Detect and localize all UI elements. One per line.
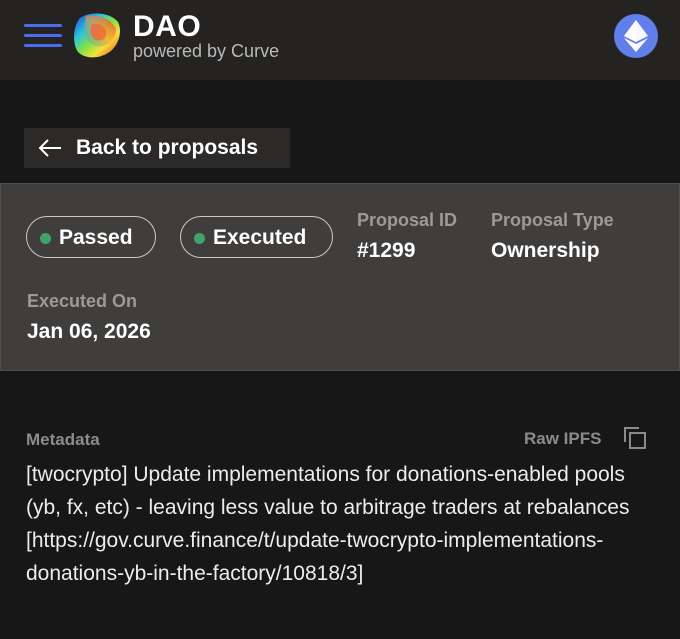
proposal-description: [twocrypto] Update implementations for d… (26, 463, 630, 585)
curve-logo[interactable] (72, 12, 122, 60)
network-selector-button[interactable] (614, 14, 658, 58)
status-dot (40, 233, 51, 244)
executed-on-value: Jan 06, 2026 (27, 320, 151, 343)
menu-bar (24, 34, 62, 37)
raw-ipfs-button[interactable]: Raw IPFS (524, 427, 648, 450)
status-badge-label: Executed (213, 226, 307, 249)
hamburger-menu-icon[interactable] (24, 24, 62, 48)
proposal-id-value: #1299 (357, 239, 416, 262)
status-badge-label: Passed (59, 226, 133, 249)
app-header: DAO powered by Curve (0, 0, 680, 80)
executed-on-label: Executed On (27, 291, 138, 311)
raw-ipfs-label: Raw IPFS (524, 429, 602, 448)
copy-icon (624, 427, 646, 449)
back-button-label: Back to proposals (76, 136, 259, 159)
app-subtitle: powered by Curve (133, 41, 280, 61)
menu-bar (24, 24, 62, 27)
proposal-type-value: Ownership (491, 239, 600, 262)
arrow-left-icon (38, 139, 61, 157)
status-badge-passed: Passed (26, 216, 156, 258)
status-dot (194, 233, 205, 244)
ethereum-icon (624, 20, 648, 52)
metadata-label: Metadata (26, 430, 100, 449)
status-badge-executed: Executed (180, 216, 333, 258)
proposal-type-label: Proposal Type (491, 210, 614, 230)
back-to-proposals-button[interactable]: Back to proposals (24, 128, 290, 168)
menu-bar (24, 44, 62, 47)
proposal-id-label: Proposal ID (357, 210, 458, 230)
app-title: DAO (133, 10, 202, 43)
proposal-summary-panel: Passed Executed Proposal ID #1299 Propos… (0, 183, 680, 371)
